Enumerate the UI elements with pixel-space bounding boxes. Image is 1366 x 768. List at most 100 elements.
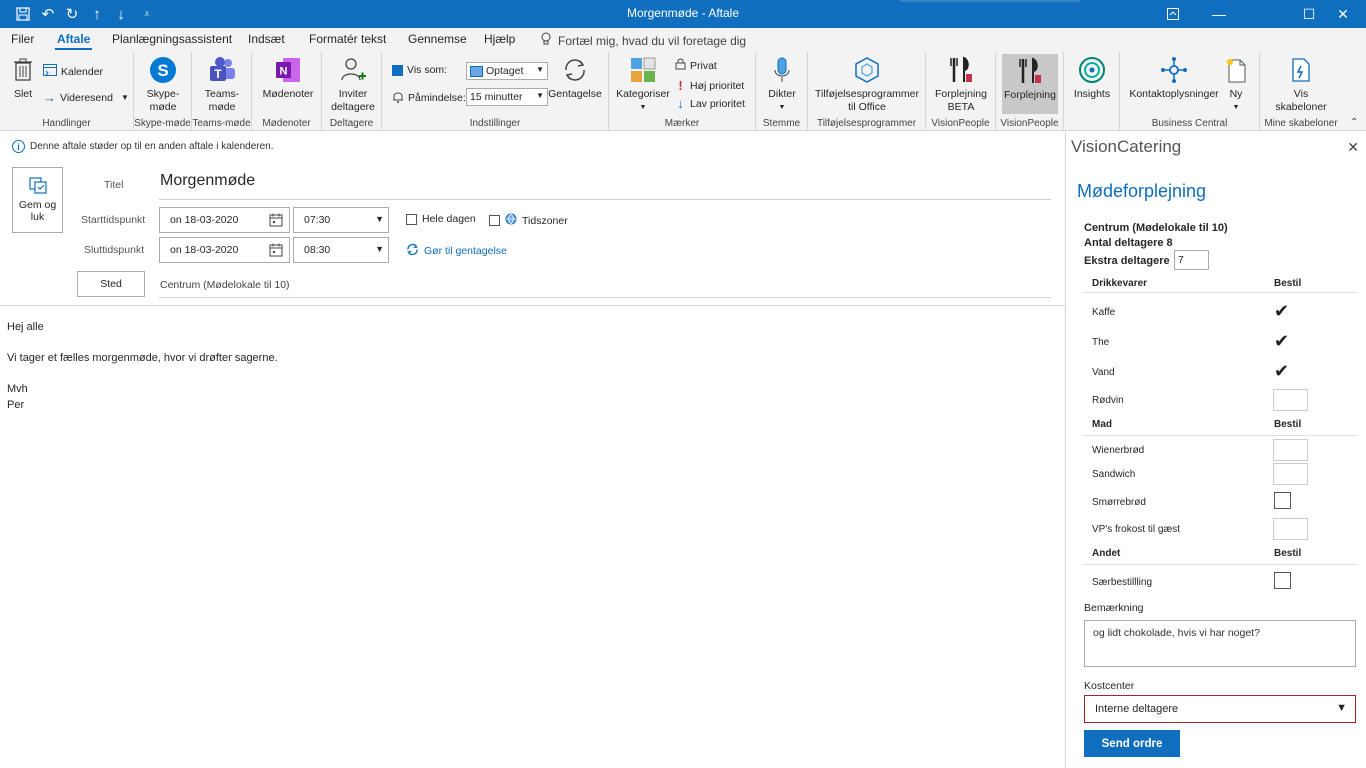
onenote-icon: N: [272, 54, 304, 86]
new-button[interactable]: Ny ▼: [1220, 54, 1252, 114]
forplejning-beta-button[interactable]: Forplejning BETA: [932, 54, 990, 114]
contact-info-label: Kontaktoplysninger: [1129, 88, 1219, 100]
title-input[interactable]: Morgenmøde: [160, 172, 255, 190]
body-line: Mvh: [7, 383, 28, 395]
delete-button[interactable]: Slet: [10, 54, 36, 101]
group-label: VisionPeople: [931, 118, 990, 129]
group-visionpeople: Forplejning VisionPeople: [996, 52, 1064, 131]
forplejning-button[interactable]: Forplejning: [1002, 54, 1058, 114]
group-skype: S Skype- møde Skype-møde: [134, 52, 192, 131]
chevron-down-icon: ▼: [375, 244, 384, 254]
quantity-input[interactable]: [1273, 389, 1308, 411]
message-body[interactable]: Hej alle Vi tager et fælles morgenmøde, …: [7, 320, 278, 413]
panel-heading: Mødeforplejning: [1077, 181, 1207, 201]
make-recurring-link[interactable]: Gør til gentagelse: [406, 243, 507, 259]
ribbon-display-icon[interactable]: [1150, 0, 1196, 28]
quantity-input[interactable]: [1273, 439, 1308, 461]
extra-attendees-input[interactable]: 7: [1174, 250, 1209, 270]
order-checkbox[interactable]: [1274, 572, 1291, 589]
low-priority-button[interactable]: ↓ Lav prioritet: [675, 96, 745, 111]
tab-aftale[interactable]: Aftale: [54, 32, 93, 50]
skype-label-2: møde: [149, 101, 177, 113]
save-close-button[interactable]: Gem og luk: [12, 167, 63, 233]
order-checkbox[interactable]: [1274, 492, 1291, 509]
tell-me-box[interactable]: Fortæl mig, hvad du vil foretage dig: [540, 32, 746, 49]
recurrence-button[interactable]: Gentagelse: [548, 54, 602, 101]
recurrence-icon: [406, 243, 419, 259]
invite-attendees-button[interactable]: Inviter deltagere: [330, 54, 376, 114]
location-input[interactable]: Centrum (Mødelokale til 10): [160, 279, 290, 291]
meeting-notes-button[interactable]: N Mødenoter: [260, 54, 316, 101]
drink-item-label: Kaffe: [1092, 307, 1116, 318]
checkmark-icon[interactable]: ✔: [1274, 302, 1292, 320]
categorize-button[interactable]: Kategoriser ▼: [615, 54, 671, 114]
show-as-dropdown[interactable]: Optaget ▼: [466, 62, 548, 80]
tab-hjaelp[interactable]: Hjælp: [484, 32, 515, 46]
group-visionpeople-beta: Forplejning BETA VisionPeople: [926, 52, 996, 131]
send-order-button[interactable]: Send ordre: [1084, 730, 1180, 757]
group-handlinger: Slet Kalender → Videresend ▼ Handlinger: [0, 52, 134, 131]
tab-indsaet[interactable]: Indsæt: [248, 32, 285, 46]
minimize-icon[interactable]: —: [1196, 0, 1242, 28]
low-priority-label: Lav prioritet: [690, 97, 745, 110]
lock-icon: [675, 58, 686, 73]
tab-filer[interactable]: Filer: [11, 32, 34, 46]
close-icon[interactable]: ✕: [1347, 139, 1359, 156]
body-separator: [0, 305, 1065, 306]
other-header-label: Andet: [1092, 548, 1121, 559]
view-templates-button[interactable]: Vis skabeloner: [1268, 54, 1334, 114]
drink-item-label: The: [1092, 337, 1110, 348]
tab-gennemse[interactable]: Gennemse: [408, 32, 467, 46]
quantity-input[interactable]: [1273, 518, 1308, 540]
private-button[interactable]: Privat: [675, 58, 717, 73]
teams-meeting-button[interactable]: T Teams- møde: [205, 54, 239, 114]
insights-button[interactable]: Insights: [1070, 54, 1114, 101]
attendee-count: Antal deltagere 8: [1084, 237, 1173, 249]
ribbon: Slet Kalender → Videresend ▼ Handlinger …: [0, 52, 1366, 131]
save-close-icon: [27, 174, 49, 199]
calendar-button[interactable]: Kalender: [43, 64, 103, 79]
svg-text:S: S: [157, 61, 168, 80]
cost-center-select[interactable]: Interne deltagere ▼: [1084, 695, 1356, 723]
office-addins-button[interactable]: Tilføjelsesprogrammer til Office: [812, 54, 922, 114]
all-day-checkbox[interactable]: Hele dagen: [406, 213, 476, 225]
bell-icon: [392, 90, 404, 106]
tab-planlaegningsassistent[interactable]: Planlægningsassistent: [112, 32, 232, 46]
start-date-input[interactable]: on 18-03-2020: [159, 207, 290, 233]
chevron-down-icon: ▼: [120, 93, 129, 102]
timezones-checkbox[interactable]: Tidszoner: [489, 213, 568, 228]
close-icon[interactable]: ✕: [1320, 0, 1366, 28]
invite-label-2: deltagere: [331, 101, 375, 113]
end-time-select[interactable]: 08:30 ▼: [293, 237, 389, 263]
timezones-box[interactable]: [489, 215, 500, 226]
body-line: Vi tager et fælles morgenmøde, hvor vi d…: [7, 352, 278, 364]
chevron-down-icon: ▼: [536, 65, 544, 74]
group-stemme: Dikter ▼ Stemme: [756, 52, 808, 131]
quantity-input[interactable]: [1273, 463, 1308, 485]
dictate-button[interactable]: Dikter ▼: [764, 54, 800, 114]
order-column-label: Bestil: [1274, 419, 1302, 430]
title-label: Titel: [104, 179, 124, 191]
forward-button[interactable]: → Videresend ▼: [43, 90, 129, 105]
group-tilfojelsesprogrammer: Tilføjelsesprogrammer til Office Tilføje…: [808, 52, 926, 131]
panel-title: VisionCatering: [1071, 137, 1182, 156]
checkmark-icon[interactable]: ✔: [1274, 362, 1292, 380]
calendar-icon[interactable]: [269, 243, 283, 260]
skype-meeting-button[interactable]: S Skype- møde: [146, 54, 180, 114]
forward-arrow-icon: →: [43, 90, 56, 105]
tab-formater-tekst[interactable]: Formatér tekst: [309, 32, 386, 46]
info-icon: i: [12, 140, 25, 153]
high-priority-button[interactable]: ! Høj prioritet: [675, 78, 744, 93]
start-time-select[interactable]: 07:30 ▼: [293, 207, 389, 233]
calendar-icon[interactable]: [269, 213, 283, 230]
checkmark-icon[interactable]: ✔: [1274, 332, 1292, 350]
location-button[interactable]: Sted: [77, 271, 145, 297]
contact-info-button[interactable]: Kontaktoplysninger: [1124, 54, 1224, 101]
end-date-input[interactable]: on 18-03-2020: [159, 237, 290, 263]
all-day-box[interactable]: [406, 213, 417, 225]
reminder-dropdown[interactable]: 15 minutter ▼: [466, 88, 548, 106]
collapse-ribbon-icon[interactable]: ⌃: [1350, 117, 1358, 128]
title-underline: [159, 199, 1051, 200]
remark-textarea[interactable]: og lidt chokolade, hvis vi har noget?: [1084, 620, 1356, 667]
addins-label-1: Tilføjelsesprogrammer: [814, 88, 920, 100]
